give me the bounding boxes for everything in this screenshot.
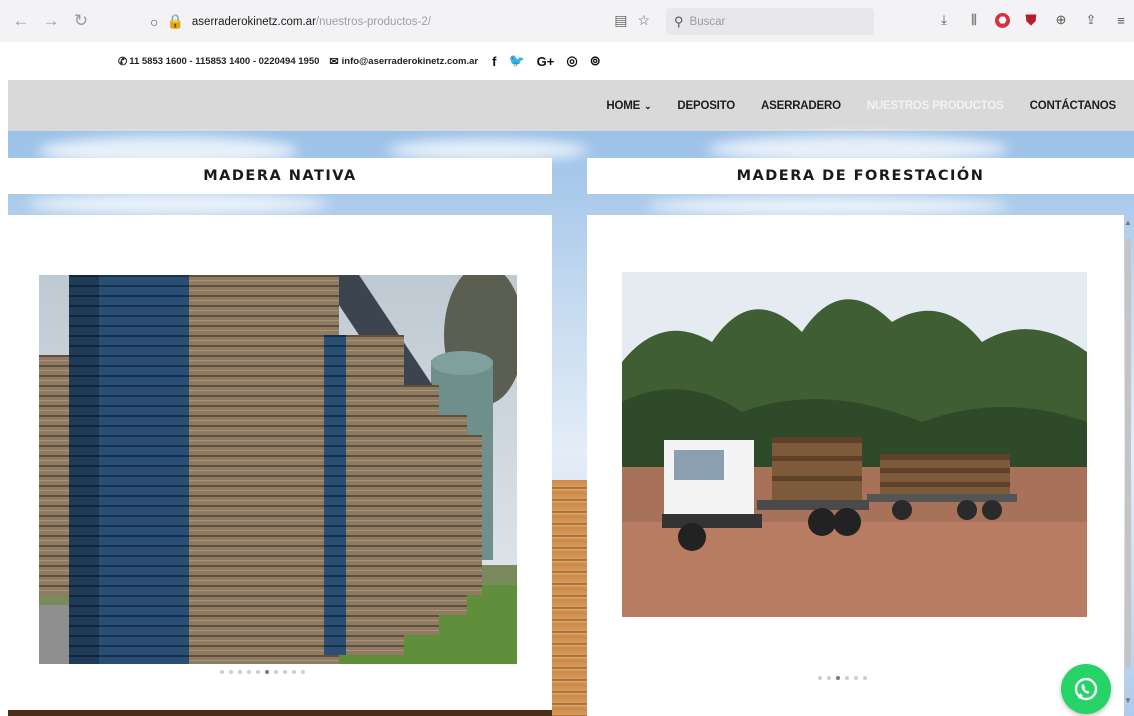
twitter-icon[interactable]: 🐦 bbox=[508, 53, 524, 69]
carousel-dot[interactable] bbox=[256, 670, 260, 674]
whatsapp-icon bbox=[1074, 677, 1098, 701]
carousel-dot[interactable] bbox=[818, 676, 822, 680]
chevron-down-icon: ⌄ bbox=[644, 100, 652, 111]
nav-home[interactable]: HOME ⌄ bbox=[606, 100, 651, 112]
carousel-dot[interactable] bbox=[283, 670, 287, 674]
search-input[interactable] bbox=[689, 15, 850, 28]
browser-toolbar: ← → ↻ ○ 🔒 aserraderokinetz.com.ar/nuestr… bbox=[0, 0, 1134, 42]
carousel-dot[interactable] bbox=[854, 676, 858, 680]
carousel-dot[interactable] bbox=[265, 670, 269, 674]
bookmark-star-icon[interactable]: ☆ bbox=[637, 12, 650, 29]
contact-bar: ✆ 11 5853 1600 - 115853 1400 - 0220494 1… bbox=[0, 42, 1134, 80]
share-icon[interactable]: ⇪ bbox=[1082, 11, 1100, 29]
toolbar-icons: ⤓ ⫼ ⬣ ⛊ ⊕ ⇪ ≡ bbox=[935, 11, 1130, 29]
shield-outline-icon: ○ bbox=[150, 13, 159, 30]
nav-aserradero[interactable]: ASERRADERO bbox=[761, 100, 841, 112]
carousel-dot[interactable] bbox=[845, 676, 849, 680]
nav-nuestros-productos[interactable]: NUESTROS PRODUCTOS bbox=[867, 100, 1004, 112]
main-menu: HOME ⌄ DEPOSITO ASERRADERO NUESTROS PRODU… bbox=[606, 80, 1116, 131]
reader-view-icon[interactable]: ▤ bbox=[614, 12, 627, 29]
carousel-dot[interactable] bbox=[292, 670, 296, 674]
whatsapp-button[interactable] bbox=[1061, 664, 1111, 714]
carousel-dot[interactable] bbox=[827, 676, 831, 680]
carousel-dot[interactable] bbox=[220, 670, 224, 674]
search-icon: ⚲ bbox=[674, 13, 684, 29]
download-icon[interactable]: ⤓ bbox=[935, 11, 953, 29]
nav-contactanos[interactable]: CONTÁCTANOS bbox=[1030, 100, 1117, 112]
lumber-stacks-photo[interactable] bbox=[39, 275, 517, 664]
carousel-dot[interactable] bbox=[301, 670, 305, 674]
nav-deposito[interactable]: DEPOSITO bbox=[677, 100, 735, 112]
cloud-shape bbox=[648, 196, 1008, 216]
lumber-stacks-image bbox=[39, 275, 517, 664]
scroll-down-icon[interactable]: ▼ bbox=[1124, 696, 1132, 705]
carousel-dot[interactable] bbox=[863, 676, 867, 680]
back-icon[interactable]: ← bbox=[8, 11, 34, 31]
truck-logs-photo[interactable] bbox=[622, 272, 1087, 617]
carousel-dot[interactable] bbox=[229, 670, 233, 674]
carousel-dots-left bbox=[220, 670, 305, 674]
social-links: f 🐦 G+ ◎ ⊚ bbox=[492, 53, 601, 69]
lock-icon: 🔒 bbox=[166, 13, 184, 29]
phone-icon: ✆ bbox=[118, 55, 128, 68]
carousel-dot[interactable] bbox=[274, 670, 278, 674]
carousel-dots-right bbox=[818, 676, 867, 680]
search-box[interactable]: ⚲ bbox=[666, 8, 874, 35]
madera-nativa-title: MADERA NATIVA bbox=[8, 158, 552, 194]
site-header: HOME ⌄ DEPOSITO ASERRADERO NUESTROS PRODU… bbox=[8, 80, 1134, 131]
carousel-dot[interactable] bbox=[238, 670, 242, 674]
carousel-dot[interactable] bbox=[836, 676, 840, 680]
ublock-shield-icon[interactable]: ⛊ bbox=[1022, 11, 1040, 29]
madera-forestacion-title: MADERA DE FORESTACIÓN bbox=[587, 158, 1134, 194]
reload-icon[interactable]: ↻ bbox=[68, 11, 94, 31]
extension-icon[interactable]: ⊕ bbox=[1052, 11, 1070, 29]
forward-icon[interactable]: → bbox=[38, 11, 64, 31]
url-bar[interactable]: ○ 🔒 aserraderokinetz.com.ar/nuestros-pro… bbox=[150, 8, 650, 35]
wood-planks-image bbox=[552, 480, 587, 716]
contact-email[interactable]: info@aserraderokinetz.com.ar bbox=[342, 56, 479, 67]
nav-buttons: ← → ↻ bbox=[8, 11, 94, 31]
phone-numbers: 11 5853 1600 - 115853 1400 - 0220494 195… bbox=[129, 55, 320, 67]
google-plus-icon[interactable]: G+ bbox=[537, 54, 555, 69]
rss-icon[interactable]: ⊚ bbox=[590, 53, 601, 69]
instagram-icon[interactable]: ◎ bbox=[566, 53, 577, 69]
adblock-icon[interactable]: ⬣ bbox=[995, 12, 1010, 28]
scroll-thumb[interactable] bbox=[1125, 238, 1131, 668]
facebook-icon[interactable]: f bbox=[492, 54, 496, 69]
library-icon[interactable]: ⫼ bbox=[965, 11, 983, 29]
url-path: /nuestros-productos-2/ bbox=[315, 15, 431, 28]
cloud-shape bbox=[28, 193, 328, 215]
scroll-up-icon[interactable]: ▲ bbox=[1124, 218, 1132, 227]
url-host: aserraderokinetz.com.ar bbox=[191, 15, 316, 28]
page-scrollbar[interactable]: ▲ ▼ bbox=[1124, 218, 1132, 708]
menu-icon[interactable]: ≡ bbox=[1112, 11, 1130, 29]
carousel-dot[interactable] bbox=[247, 670, 251, 674]
mail-icon: ✉ bbox=[329, 55, 339, 68]
truck-logs-image bbox=[622, 272, 1087, 617]
